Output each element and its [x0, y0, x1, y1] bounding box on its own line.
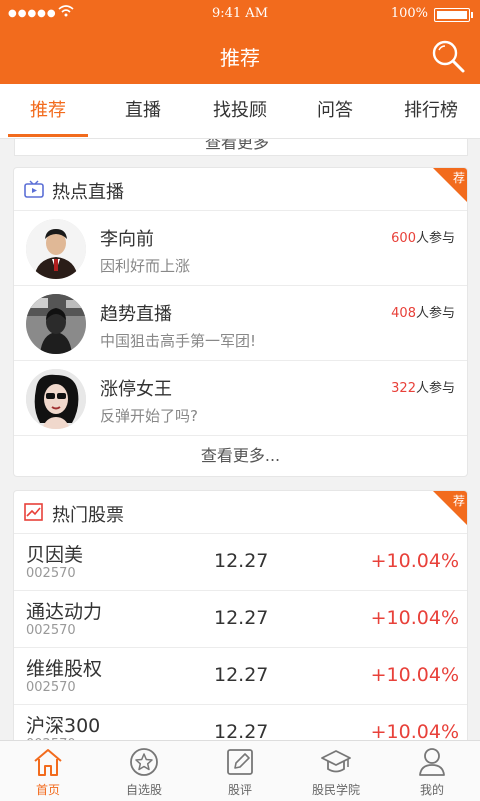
hot-stocks-section: 热门股票 荐 贝因美 002570 12.27 +10.04% 通达动力 002…	[13, 490, 468, 752]
stock-name: 沪深300	[26, 715, 101, 737]
stock-name: 维维股权	[26, 658, 103, 680]
avatar	[26, 369, 86, 429]
avatar	[26, 294, 86, 354]
bottom-tab-home[interactable]: 首页	[0, 741, 96, 801]
star-icon	[130, 748, 158, 776]
live-section: 热点直播 荐 李向前 因利好而上涨 600人参与 趋势直播 中国狙击高手第一军团…	[13, 167, 468, 477]
user-icon	[419, 748, 445, 776]
badge-text: 荐	[452, 494, 465, 508]
stock-row[interactable]: 维维股权 002570 12.27 +10.04%	[14, 648, 467, 705]
nav-bar: 推荐	[0, 28, 480, 84]
live-item[interactable]: 涨停女王 反弹开始了吗? 322人参与	[14, 361, 467, 436]
see-more-button[interactable]: 查看更多...	[14, 436, 467, 476]
participant-suffix: 人参与	[415, 306, 455, 321]
peek-text: 查看更多	[205, 139, 270, 152]
bottom-tab-label: 股民学院	[311, 783, 360, 797]
bottom-tab-label: 首页	[35, 783, 60, 797]
tab-ranking[interactable]: 排行榜	[386, 84, 476, 138]
live-section-header: 热点直播 荐	[14, 168, 467, 211]
bottom-tab-profile[interactable]: 我的	[384, 741, 480, 801]
live-item-desc: 反弹开始了吗?	[100, 407, 198, 425]
battery-percent: 100%	[390, 6, 428, 21]
participant-count: 322	[391, 381, 416, 396]
bottom-tab-label: 股评	[227, 783, 252, 797]
stock-change: +10.04%	[370, 664, 459, 686]
live-item-desc: 中国狙击高手第一军团!	[100, 332, 257, 350]
previous-card-peek: 查看更多	[14, 139, 468, 156]
stock-name: 通达动力	[26, 601, 103, 623]
stock-change: +10.04%	[370, 607, 459, 629]
stock-row[interactable]: 通达动力 002570 12.27 +10.04%	[14, 591, 467, 648]
stock-code: 002570	[26, 680, 76, 695]
tv-icon	[24, 180, 44, 198]
live-item-name: 趋势直播	[100, 304, 172, 325]
hot-stocks-header: 热门股票 荐	[14, 491, 467, 534]
hot-stocks-title: 热门股票	[52, 505, 124, 526]
live-item-participants: 600人参与	[391, 227, 455, 246]
trend-chart-icon	[24, 503, 43, 521]
tab-qa[interactable]: 问答	[296, 84, 374, 138]
bottom-tab-watchlist[interactable]: 自选股	[96, 741, 192, 801]
avatar	[26, 219, 86, 279]
live-item-participants: 322人参与	[391, 377, 455, 396]
graduation-cap-icon	[321, 750, 351, 773]
live-item-name: 李向前	[100, 229, 154, 250]
stock-code: 002570	[26, 566, 76, 581]
battery-icon	[434, 8, 473, 22]
stock-row[interactable]: 贝因美 002570 12.27 +10.04%	[14, 534, 467, 591]
tab-live[interactable]: 直播	[102, 84, 184, 138]
page-title: 推荐	[220, 46, 260, 70]
recommend-badge: 荐	[433, 491, 467, 525]
recommend-badge: 荐	[433, 168, 467, 202]
stock-price: 12.27	[214, 664, 269, 686]
stock-price: 12.27	[214, 550, 269, 572]
live-item-name: 涨停女王	[100, 379, 172, 400]
bottom-tab-bar: 首页 自选股 股评 股民学院 我的	[0, 740, 480, 801]
participant-suffix: 人参与	[415, 231, 455, 246]
bottom-tab-label: 我的	[419, 783, 444, 797]
tab-indicator	[8, 134, 88, 137]
home-icon	[34, 749, 62, 776]
participant-count: 600	[391, 231, 416, 246]
bottom-tab-label: 自选股	[125, 783, 162, 797]
top-tabs: 推荐 直播 找投顾 问答 排行榜	[0, 84, 480, 139]
stock-price: 12.27	[214, 607, 269, 629]
participant-count: 408	[391, 306, 416, 321]
participant-suffix: 人参与	[415, 381, 455, 396]
search-icon[interactable]	[430, 38, 466, 74]
bottom-tab-academy[interactable]: 股民学院	[288, 741, 384, 801]
stock-change: +10.04%	[370, 550, 459, 572]
live-item[interactable]: 趋势直播 中国狙击高手第一军团! 408人参与	[14, 286, 467, 361]
tab-recommend[interactable]: 推荐	[8, 84, 88, 138]
stock-name: 贝因美	[26, 544, 84, 566]
live-item-desc: 因利好而上涨	[100, 257, 191, 275]
badge-text: 荐	[452, 171, 465, 185]
stock-code: 002570	[26, 623, 76, 638]
status-bar: ●●●●● 9:41 AM 100%	[0, 0, 480, 28]
edit-icon	[227, 749, 253, 775]
live-item[interactable]: 李向前 因利好而上涨 600人参与	[14, 211, 467, 286]
live-item-participants: 408人参与	[391, 302, 455, 321]
tab-find-advisor[interactable]: 找投顾	[196, 84, 284, 138]
live-section-title: 热点直播	[52, 182, 124, 203]
bottom-tab-reviews[interactable]: 股评	[192, 741, 288, 801]
